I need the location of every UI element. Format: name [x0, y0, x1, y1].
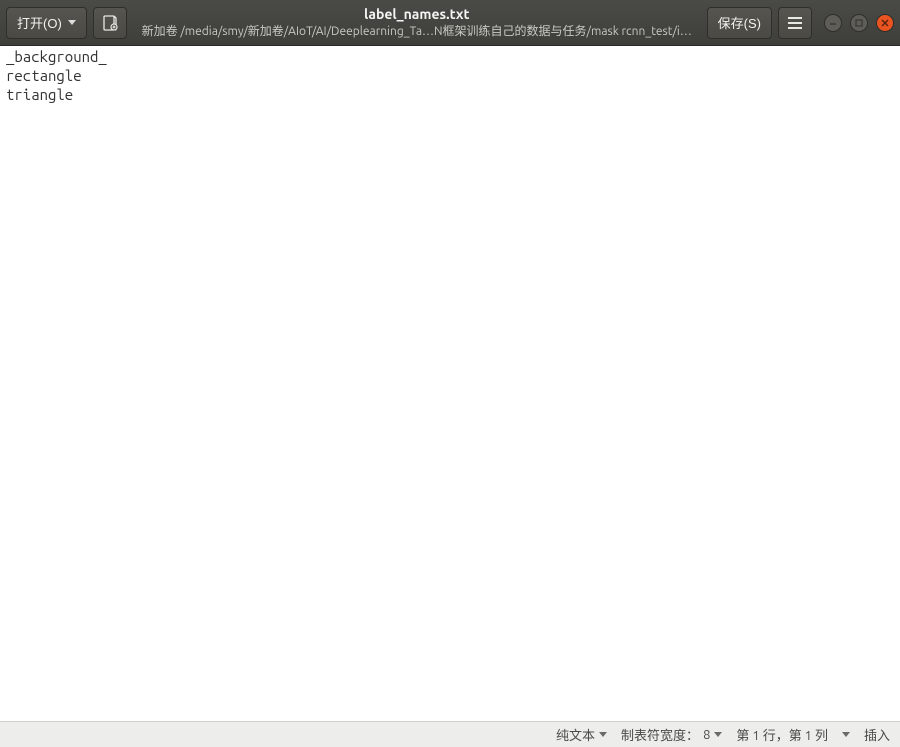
position-label: 第 1 行，第 1 列 — [736, 725, 828, 744]
chevron-down-icon — [714, 732, 722, 737]
filetype-label: 纯文本 — [556, 725, 595, 744]
tabwidth-selector[interactable]: 制表符宽度： 8 — [621, 725, 722, 744]
chevron-down-icon — [68, 20, 76, 25]
close-button[interactable] — [876, 14, 894, 32]
tabwidth-value: 8 — [703, 728, 710, 742]
minimize-button[interactable] — [824, 14, 842, 32]
title-block: label_names.txt 新加卷 /media/smy/新加卷/AIoT/… — [133, 6, 701, 39]
open-button[interactable]: 打开(O) — [6, 7, 87, 39]
window-title: label_names.txt — [364, 6, 470, 24]
save-button[interactable]: 保存(S) — [707, 7, 772, 39]
menu-button[interactable] — [778, 7, 812, 39]
header-bar: 打开(O) label_names.txt 新加卷 /media/smy/新加卷… — [0, 0, 900, 46]
chevron-down-icon — [599, 732, 607, 737]
new-document-icon — [102, 15, 118, 31]
save-label: 保存(S) — [718, 13, 761, 32]
filetype-selector[interactable]: 纯文本 — [556, 725, 607, 744]
new-document-button[interactable] — [93, 7, 127, 39]
status-bar: 纯文本 制表符宽度： 8 第 1 行，第 1 列 插入 — [0, 721, 900, 747]
chevron-down-icon — [842, 732, 850, 737]
window-subtitle: 新加卷 /media/smy/新加卷/AIoT/AI/Deeplearning_… — [142, 24, 692, 39]
window-controls — [824, 14, 894, 32]
open-label: 打开(O) — [17, 13, 62, 32]
insert-label: 插入 — [864, 725, 890, 744]
text-editor[interactable]: _background_ rectangle triangle — [0, 46, 900, 721]
hamburger-icon — [788, 17, 802, 29]
maximize-button[interactable] — [850, 14, 868, 32]
cursor-position[interactable]: 第 1 行，第 1 列 — [736, 725, 828, 744]
tabwidth-label: 制表符宽度： — [621, 725, 699, 744]
insert-mode[interactable]: 插入 — [864, 725, 890, 744]
